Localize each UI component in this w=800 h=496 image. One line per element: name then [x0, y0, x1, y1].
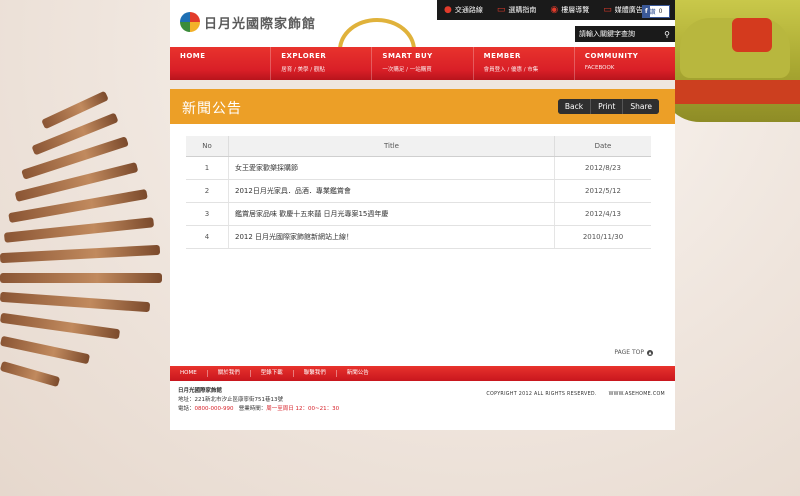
page-title: 新聞公告 [182, 101, 242, 117]
site-logo[interactable]: 日月光國際家飾館 [180, 12, 316, 32]
top-link-floor[interactable]: ◉ 樓層導覽 [543, 5, 596, 15]
footer-phone: 0800-000-990 [194, 406, 234, 412]
table-header-row: No Title Date [186, 136, 651, 157]
chat-icon: ▭ [496, 4, 506, 15]
print-button[interactable]: Print [591, 99, 624, 114]
footer-link-catalog[interactable]: 型錄下載 [251, 370, 294, 377]
table-row[interactable]: 2 2012日月光家具．品酒．專業鑑賞會 2012/5/12 [186, 179, 651, 203]
search-input[interactable] [575, 28, 663, 40]
arrow-up-icon: ▲ [647, 349, 653, 356]
nav-item-home[interactable]: HOME [170, 47, 272, 80]
footer-info: 日月光國際家飾館 地址：221新北市汐止區康寧街751巷13號 電話：0800-… [178, 387, 339, 414]
share-button[interactable]: Share [623, 99, 659, 114]
main-nav: HOME EXPLORER 居育 / 美學 / 觀點 SMART BUY 一次購… [170, 47, 675, 80]
decorative-sofa-image [660, 0, 800, 122]
column-header-title: Title [228, 136, 555, 157]
footer-link-news[interactable]: 新聞公告 [337, 370, 379, 377]
footer-contact-line: 電話：0800-000-990 營業時間：周一至周日 12：00~21：30 [178, 406, 340, 412]
row-date: 2010/11/30 [554, 225, 651, 249]
table-row[interactable]: 4 2012 日月光國際家飾館新網站上線！ 2010/11/30 [186, 225, 651, 249]
compass-icon: ◉ [550, 4, 559, 15]
row-no: 3 [186, 202, 229, 226]
footer-website-link[interactable]: WWW.ASEHOME.COM [609, 392, 665, 397]
nav-item-community[interactable]: COMMUNITY FACEBOOK [575, 47, 675, 80]
facebook-icon: f [643, 6, 650, 17]
main-container: 日月光國際家飾館 ● 交通路線 ▭ 選購指南 ◉ 樓層導覽 ▭ 媒體廣告 f 讚 [170, 0, 675, 430]
page-title-bar: 新聞公告 Back Print Share [170, 89, 675, 124]
top-link-guide[interactable]: ▭ 選購指南 [490, 5, 544, 15]
search-bar: ⚲ [575, 26, 675, 42]
row-title-link[interactable]: 2012日月光家具．品酒．專業鑑賞會 [228, 179, 555, 203]
site-header: 日月光國際家飾館 ● 交通路線 ▭ 選購指南 ◉ 樓層導覽 ▭ 媒體廣告 f 讚 [170, 0, 675, 82]
search-icon[interactable]: ⚲ [664, 30, 675, 39]
row-title-link[interactable]: 女王愛家歡樂採購節 [228, 156, 555, 180]
top-utility-bar: ● 交通路線 ▭ 選購指南 ◉ 樓層導覽 ▭ 媒體廣告 [437, 0, 675, 20]
footer-company-name: 日月光國際家飾館 [178, 388, 223, 394]
page-top-link[interactable]: PAGE TOP ▲ [614, 349, 653, 356]
logo-mark-icon [180, 12, 200, 32]
footer-nav: HOME 關於我們 型錄下載 聯繫我們 新聞公告 [170, 366, 675, 381]
map-pin-icon: ● [444, 4, 452, 15]
decorative-wood-sculpture-image [0, 90, 175, 425]
row-date: 2012/8/23 [554, 156, 651, 180]
nav-item-smart-buy[interactable]: SMART BUY 一次購足 / 一站購買 [372, 47, 474, 80]
speech-icon: ▭ [603, 4, 612, 15]
header-divider [170, 80, 675, 89]
logo-text: 日月光國際家飾館 [204, 16, 317, 32]
footer-link-home[interactable]: HOME [170, 370, 208, 377]
nav-item-member[interactable]: MEMBER 會員登入 / 優惠 / 市集 [474, 47, 575, 80]
row-title-link[interactable]: 2012 日月光國際家飾館新網站上線！ [228, 225, 555, 249]
row-date: 2012/5/12 [554, 179, 651, 203]
facebook-like-button[interactable]: f 讚 0 [642, 5, 670, 18]
row-no: 1 [186, 156, 229, 180]
footer-link-about[interactable]: 關於我們 [208, 370, 251, 377]
table-row[interactable]: 3 鑑賞居家品味 歡慶十五來囍 日月光專案15週年慶 2012/4/13 [186, 202, 651, 226]
footer-copyright: COPYRIGHT 2012 ALL RIGHTS RESERVED. WWW.… [486, 392, 665, 397]
footer-address: 地址：221新北市汐止區康寧街751巷13號 [178, 397, 283, 403]
table-row[interactable]: 1 女王愛家歡樂採購節 2012/8/23 [186, 156, 651, 180]
row-title-link[interactable]: 鑑賞居家品味 歡慶十五來囍 日月光專案15週年慶 [228, 202, 555, 226]
page-actions: Back Print Share [557, 99, 659, 114]
news-table: No Title Date 1 女王愛家歡樂採購節 2012/8/23 2 20… [186, 136, 651, 249]
like-count: 0 [658, 8, 663, 15]
row-no: 4 [186, 225, 229, 249]
nav-item-explorer[interactable]: EXPLORER 居育 / 美學 / 觀點 [271, 47, 373, 80]
top-link-traffic[interactable]: ● 交通路線 [437, 5, 490, 15]
footer-hours: 周一至周日 12：00~21：30 [266, 406, 340, 412]
row-date: 2012/4/13 [554, 202, 651, 226]
column-header-date: Date [554, 136, 651, 157]
row-no: 2 [186, 179, 229, 203]
footer-link-contact[interactable]: 聯繫我們 [294, 370, 337, 377]
column-header-no: No [186, 136, 229, 157]
back-button[interactable]: Back [557, 99, 592, 114]
